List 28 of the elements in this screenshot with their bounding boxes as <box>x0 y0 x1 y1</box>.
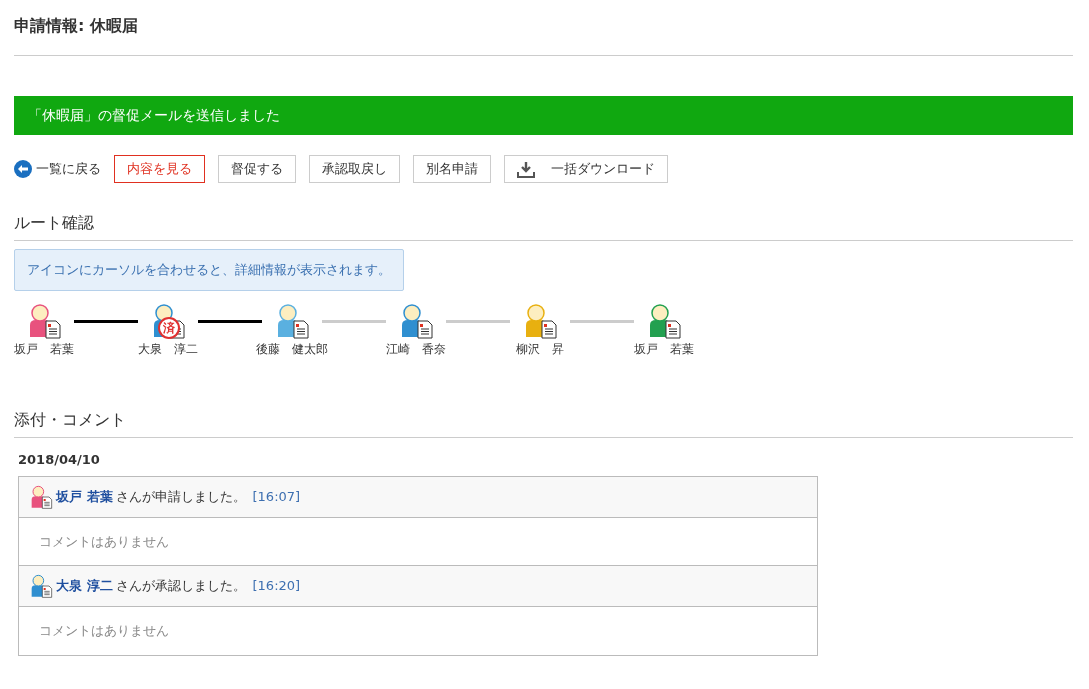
person-name: 坂戸 若葉 <box>634 340 694 358</box>
person-name: 後藤 健太郎 <box>256 340 328 358</box>
date-label: 2018/04/10 <box>18 451 101 470</box>
alert-banner: 「休暇届」の督促メールを送信しました <box>14 96 1073 136</box>
time-label: [16:07] <box>252 487 301 506</box>
action-text: さんが承認しました。 <box>115 577 246 596</box>
action-text: さんが申請しました。 <box>115 487 246 506</box>
view-button[interactable]: 内容を見る <box>114 155 205 184</box>
person-name: 坂戸 若葉 <box>14 340 74 358</box>
section-heading: 添付・コメント <box>14 409 1073 439</box>
person-name: 江崎 香奈 <box>386 340 446 358</box>
time-label: [16:20] <box>252 577 301 596</box>
person-icon[interactable] <box>29 484 53 509</box>
download-button[interactable]: 一括ダウンロード <box>504 155 668 184</box>
download-icon <box>517 160 535 178</box>
person-icon[interactable] <box>29 574 53 599</box>
section-heading: ルート確認 <box>14 213 1073 242</box>
person-name: 大泉 淳二 <box>138 340 198 358</box>
action-button[interactable]: 承認取戻し <box>309 155 400 184</box>
back-link[interactable]: 一覧に戻る <box>14 159 101 179</box>
person-name: 柳沢 昇 <box>516 340 564 358</box>
user-link[interactable]: 坂戸 若葉 <box>56 486 113 507</box>
page-title: 申請情報: 休暇届 <box>14 16 1073 57</box>
action-button[interactable]: 別名申請 <box>413 155 491 184</box>
info-hint: アイコンにカーソルを合わせると、詳細情報が表示されます。 <box>14 249 404 291</box>
comment-text: コメントはありません <box>38 622 170 641</box>
action-button[interactable]: 督促する <box>218 155 296 184</box>
user-link[interactable]: 大泉 淳二 <box>56 576 113 596</box>
